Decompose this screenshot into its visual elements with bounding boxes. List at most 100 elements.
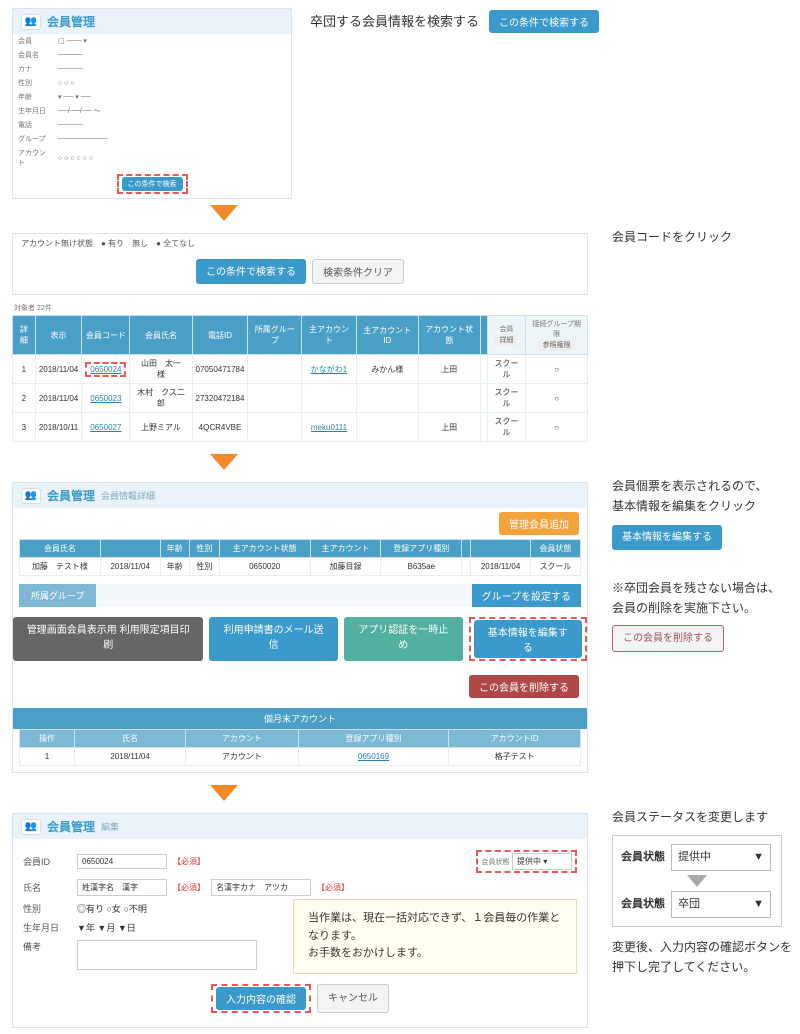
search-button-highlight: この条件で検索 [117, 174, 188, 194]
col-header: 会員氏名 [130, 316, 192, 355]
edit-basic-info-button[interactable]: 基本情報を編集する [474, 620, 582, 658]
table-row: 加藤 テスト様 2018/11/04 年齢 性別 0650020 加藤目録 B6… [20, 558, 581, 576]
col-header: 表示 [35, 316, 81, 355]
section4-caption2b: 押下し完了してください。 [612, 957, 800, 977]
panel-header: 👥 会員管理 会員情報詳細 [13, 483, 587, 508]
table-row: 32018/10/11 0650027 上野ミアル4QCR4VBE meku01… [13, 413, 588, 442]
note-text: お手数をおかけします。 [308, 945, 562, 963]
col-header: 詳細 [13, 316, 36, 355]
section3-caption1: 会員個票を表示されるので、 [612, 476, 800, 496]
required-tag: 【必須】 [173, 856, 205, 867]
arrow-down-icon [687, 875, 707, 887]
add-admin-member-button[interactable]: 管理会員追加 [499, 512, 579, 535]
required-tag: 【必須】 [173, 882, 205, 893]
birth-label: 生年月日 [23, 921, 71, 934]
search-button[interactable]: この条件で検索 [122, 177, 183, 191]
col-header: アカウント状態 [418, 316, 480, 355]
code-link-highlight: 0650024 [85, 362, 126, 377]
panel-title: 会員管理 [47, 487, 95, 504]
perm-button[interactable]: 参照権限 [539, 339, 575, 351]
sex-label: 性別 [23, 902, 71, 915]
set-group-button[interactable]: グループを設定する [472, 584, 581, 607]
radio-label: アカウント無け状態 [21, 238, 93, 249]
member-status-select[interactable]: 提供中 ▾ [512, 853, 572, 870]
results-table: 詳細 表示 会員コード 会員氏名 電話ID 所属グループ 主アカウント 主アカウ… [12, 315, 588, 442]
account-link[interactable]: 0650169 [358, 752, 389, 761]
status-before-select[interactable]: 提供中▼ [671, 844, 771, 871]
col-header: 電話ID [192, 316, 248, 355]
status-label: 会員状態 [481, 859, 509, 866]
sub-account-header: 個月末アカウント [13, 708, 587, 729]
section4-caption2a: 変更後、入力内容の確認ボタンを [612, 937, 800, 957]
sub-account-table: 操作 氏名 アカウント 登録アプリ種別 アカウントID 1 2018/11/04… [19, 729, 581, 766]
panel-title: 会員管理 [47, 13, 95, 30]
radio-option[interactable]: ● 全てなし [156, 238, 195, 249]
col-header: 主アカウント [302, 316, 357, 355]
panel-title: 会員管理 [47, 818, 95, 835]
member-code-link[interactable]: 0650027 [90, 423, 121, 432]
edit-basic-info-button-ref[interactable]: 基本情報を編集する [612, 525, 722, 550]
confirm-button-highlight: 入力内容の確認 [211, 984, 311, 1013]
delete-member-button-ref[interactable]: この会員を削除する [612, 625, 724, 652]
sex-radios[interactable]: ◎有り ○女 ○不明 [77, 902, 147, 915]
member-id-label: 会員ID [23, 855, 71, 868]
section1-caption: 卒団する会員情報を検索する [310, 14, 479, 29]
table-row: 1 2018/11/04 アカウント 0650169 格子テスト [20, 748, 581, 766]
member-code-link[interactable]: 0650024 [90, 365, 121, 374]
search-button[interactable]: この条件で検索する [196, 259, 306, 284]
note-textarea[interactable] [77, 940, 257, 970]
app-auth-button[interactable]: アプリ認証を一時止め [344, 617, 463, 661]
col-header: 会員コード [82, 316, 130, 355]
member-code-link[interactable]: 0650023 [90, 394, 121, 403]
col-header [480, 316, 487, 355]
table-row: 22018/11/04 0650023 木村 クス二郎27320472184 ス… [13, 384, 588, 413]
section4-caption: 会員ステータスを変更します [612, 807, 800, 827]
section3-note2: 会員の削除を実施下さい。 [612, 598, 800, 618]
col-header: 接続グループ期限 [532, 321, 581, 338]
section3-note1: ※卒団会員を残さない場合は、 [612, 578, 800, 598]
clear-button[interactable]: 検索条件クリア [312, 259, 404, 284]
search-condition-button[interactable]: この条件で検索する [489, 10, 599, 33]
result-count: 対象者 22件 [0, 301, 600, 315]
member-id-input[interactable]: 0650024 [77, 854, 167, 869]
panel-subtitle: 編集 [101, 820, 119, 833]
member-icon: 👥 [21, 14, 41, 30]
name-label: 氏名 [23, 881, 71, 894]
delete-member-button[interactable]: この会員を削除する [469, 675, 579, 698]
section3-caption2: 基本情報を編集をクリック [612, 496, 800, 516]
account-status-radios[interactable]: アカウント無け状態 ● 有り 無し ● 全てなし [13, 234, 587, 253]
confirm-input-button[interactable]: 入力内容の確認 [216, 987, 306, 1010]
col-header: 所属グループ [248, 316, 302, 355]
detail-table: 会員氏名年齢性別 主アカウント状態主アカウント登録アプリ種別 会員状態 加藤 テ… [19, 539, 581, 576]
arrow-down-icon [210, 205, 238, 221]
edit-button-highlight: 基本情報を編集する [469, 617, 587, 661]
status-label: 会員状態 [621, 895, 665, 914]
print-button[interactable]: 管理画面会員表示用 利用限定項目印刷 [13, 617, 203, 661]
birth-selects[interactable]: ▼年 ▼月 ▼日 [77, 921, 136, 934]
cancel-button[interactable]: キャンセル [317, 984, 389, 1013]
chevron-down-icon: ▼ [753, 848, 764, 867]
member-icon: 👥 [21, 488, 41, 504]
mail-button[interactable]: 利用申請書のメール送信 [209, 617, 337, 661]
account-link[interactable]: meku0111 [311, 423, 347, 432]
section2-caption: 会員コードをクリック [612, 227, 800, 247]
name-input-1[interactable]: 姓漢字名 漢字 [77, 879, 167, 896]
panel-header: 👥 会員管理 [13, 9, 291, 34]
arrow-down-icon [210, 785, 238, 801]
col-header: 主アカウントID [356, 316, 418, 355]
detail-button[interactable]: 詳細 [495, 334, 517, 346]
note-label: 備考 [23, 940, 71, 953]
radio-option[interactable]: 無し [132, 238, 148, 249]
panel-header: 👥 会員管理 編集 [13, 814, 587, 839]
search-form: 会員▢ ─── ▾ 会員名───── カナ───── 性別○ ○ ○ 年齢▾ ─… [13, 34, 291, 170]
account-link[interactable]: かながわ1 [311, 365, 347, 374]
radio-option[interactable]: ● 有り [101, 238, 124, 249]
name-input-2[interactable]: 名漢字カナ アツカ [211, 879, 311, 896]
required-tag: 【必須】 [317, 882, 349, 893]
table-row: 12018/11/04 0650024 山田 太一 様07050471784 か… [13, 355, 588, 384]
col-header: 会員 [499, 326, 513, 333]
arrow-down-icon [210, 454, 238, 470]
status-label: 会員状態 [621, 848, 665, 867]
status-after-select[interactable]: 卒団▼ [671, 891, 771, 918]
group-label: 所属グループ [19, 584, 96, 607]
